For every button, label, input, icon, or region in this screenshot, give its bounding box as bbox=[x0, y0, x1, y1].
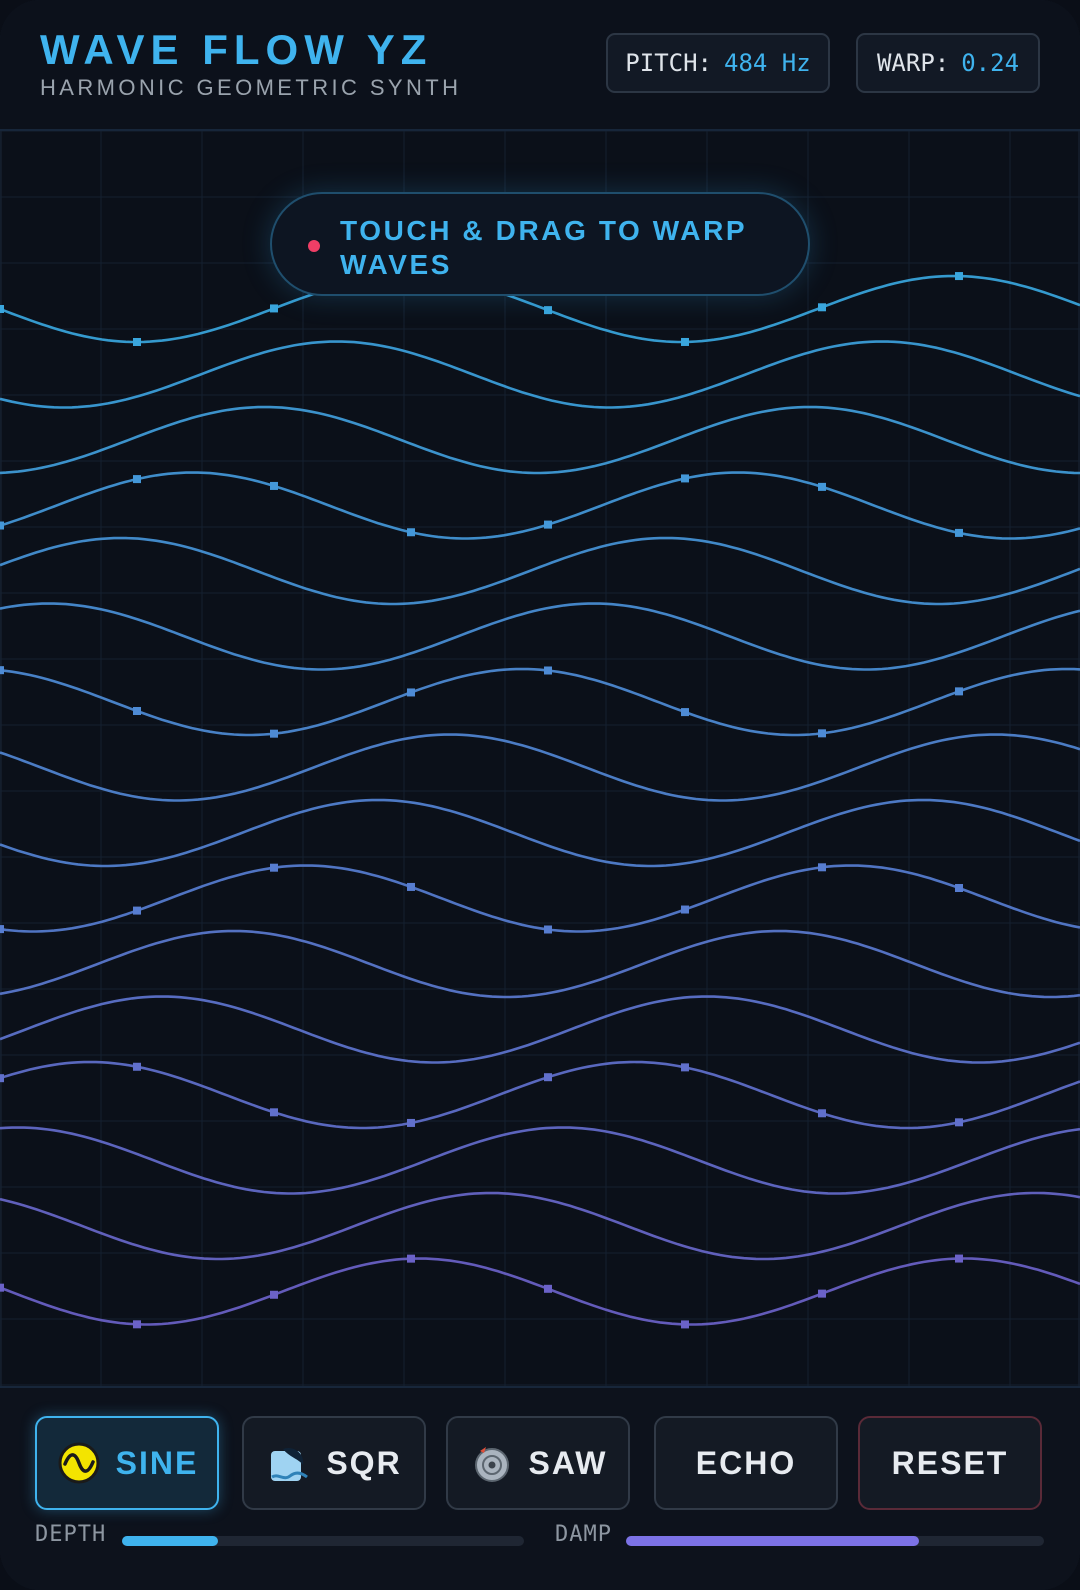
square-wave-icon bbox=[266, 1440, 312, 1486]
pitch-label: PITCH: bbox=[625, 49, 712, 77]
reset-button-label: RESET bbox=[891, 1444, 1009, 1481]
wave-node[interactable] bbox=[133, 906, 141, 915]
wave-node[interactable] bbox=[955, 1118, 963, 1127]
damp-slider[interactable] bbox=[626, 1536, 1044, 1546]
wave-lines bbox=[0, 272, 1080, 1329]
wave-node[interactable] bbox=[544, 925, 552, 934]
wave-node[interactable] bbox=[681, 1063, 689, 1072]
wave-node[interactable] bbox=[544, 306, 552, 315]
wave-line bbox=[0, 602, 1080, 671]
warp-label: WARP: bbox=[876, 49, 950, 77]
wave-line bbox=[0, 340, 1080, 409]
echo-button[interactable]: ECHO bbox=[654, 1416, 838, 1510]
wave-node[interactable] bbox=[955, 528, 963, 537]
wave-node[interactable] bbox=[133, 1320, 141, 1329]
wave-node[interactable] bbox=[133, 337, 141, 346]
wave-node[interactable] bbox=[0, 1283, 4, 1292]
wave-node[interactable] bbox=[270, 481, 278, 490]
saw-button[interactable]: SAW bbox=[446, 1416, 630, 1510]
wave-node[interactable] bbox=[544, 666, 552, 675]
echo-button-label: ECHO bbox=[695, 1444, 797, 1481]
pitch-value: 484 Hz bbox=[724, 49, 811, 77]
pitch-readout: PITCH: 484 Hz bbox=[606, 33, 830, 93]
app-title: WAVE FLOW YZ bbox=[40, 26, 433, 73]
wave-node[interactable] bbox=[407, 528, 415, 537]
reset-button[interactable]: RESET bbox=[858, 1416, 1042, 1510]
wave-node[interactable] bbox=[818, 729, 826, 738]
wave-node[interactable] bbox=[818, 863, 826, 872]
wave-node[interactable] bbox=[270, 1108, 278, 1117]
wave-node[interactable] bbox=[270, 863, 278, 872]
damp-slider-fill bbox=[626, 1536, 919, 1546]
wave-node[interactable] bbox=[270, 304, 278, 313]
wave-node[interactable] bbox=[955, 272, 963, 281]
wave-node[interactable] bbox=[407, 688, 415, 697]
wave-node[interactable] bbox=[133, 707, 141, 716]
square-button[interactable]: SQR bbox=[242, 1416, 426, 1510]
wave-node[interactable] bbox=[133, 475, 141, 484]
wave-line bbox=[0, 798, 1080, 868]
wave-line bbox=[0, 1060, 1080, 1130]
app-frame: WAVE FLOW YZ HARMONIC GEOMETRIC SYNTH PI… bbox=[0, 0, 1080, 1590]
wave-node[interactable] bbox=[681, 905, 689, 914]
wave-line bbox=[0, 405, 1080, 475]
square-button-label: SQR bbox=[326, 1444, 402, 1481]
app-subtitle: HARMONIC GEOMETRIC SYNTH bbox=[40, 75, 462, 100]
wave-node[interactable] bbox=[0, 521, 4, 530]
wave-line bbox=[0, 864, 1080, 933]
saw-button-label: SAW bbox=[528, 1444, 608, 1481]
warp-readout: WARP: 0.24 bbox=[856, 33, 1040, 93]
sine-wave-icon bbox=[56, 1440, 102, 1486]
wave-node[interactable] bbox=[407, 882, 415, 891]
wave-node[interactable] bbox=[818, 1109, 826, 1118]
warp-value: 0.24 bbox=[961, 49, 1020, 77]
depth-slider[interactable] bbox=[122, 1536, 524, 1546]
wave-line bbox=[0, 471, 1080, 540]
depth-label: DEPTH bbox=[35, 1522, 107, 1547]
hint-text: TOUCH & DRAG TO WARP WAVES bbox=[340, 215, 747, 280]
damp-label: DAMP bbox=[555, 1522, 612, 1547]
wave-node[interactable] bbox=[681, 708, 689, 717]
wave-node[interactable] bbox=[681, 1320, 689, 1329]
wave-node[interactable] bbox=[0, 305, 4, 313]
wave-line bbox=[0, 995, 1080, 1064]
sine-button[interactable]: SINE bbox=[35, 1416, 219, 1510]
wave-node[interactable] bbox=[955, 687, 963, 696]
wave-line bbox=[0, 1191, 1080, 1261]
wave-node[interactable] bbox=[270, 1290, 278, 1299]
wave-node[interactable] bbox=[270, 729, 278, 738]
drag-hint: TOUCH & DRAG TO WARP WAVES bbox=[270, 192, 810, 296]
header: WAVE FLOW YZ HARMONIC GEOMETRIC SYNTH PI… bbox=[0, 0, 1080, 131]
hint-indicator-dot bbox=[308, 240, 320, 252]
wave-line bbox=[0, 1257, 1080, 1326]
wave-canvas[interactable] bbox=[0, 131, 1080, 1386]
wave-node[interactable] bbox=[0, 666, 4, 675]
wave-node[interactable] bbox=[955, 1254, 963, 1263]
wave-node[interactable] bbox=[0, 1074, 4, 1083]
wave-node[interactable] bbox=[407, 1118, 415, 1127]
sine-button-label: SINE bbox=[115, 1444, 199, 1481]
depth-slider-fill bbox=[122, 1536, 219, 1546]
wave-node[interactable] bbox=[818, 1289, 826, 1298]
wave-node[interactable] bbox=[544, 520, 552, 529]
wave-node[interactable] bbox=[818, 303, 826, 312]
wave-line bbox=[0, 929, 1080, 999]
wave-node[interactable] bbox=[133, 1062, 141, 1071]
wave-node[interactable] bbox=[407, 1254, 415, 1263]
wave-node[interactable] bbox=[955, 884, 963, 893]
wave-node[interactable] bbox=[544, 1284, 552, 1293]
control-bar: SINE SQR SAW ECHO RESET DEPTH DAMP bbox=[0, 1386, 1080, 1590]
wave-node[interactable] bbox=[544, 1073, 552, 1082]
wave-line bbox=[0, 536, 1080, 606]
wave-node[interactable] bbox=[681, 474, 689, 483]
wave-line bbox=[0, 1126, 1080, 1195]
wave-node[interactable] bbox=[0, 925, 4, 934]
wave-node[interactable] bbox=[818, 482, 826, 491]
saw-blade-icon bbox=[469, 1440, 515, 1486]
wave-node[interactable] bbox=[681, 337, 689, 346]
